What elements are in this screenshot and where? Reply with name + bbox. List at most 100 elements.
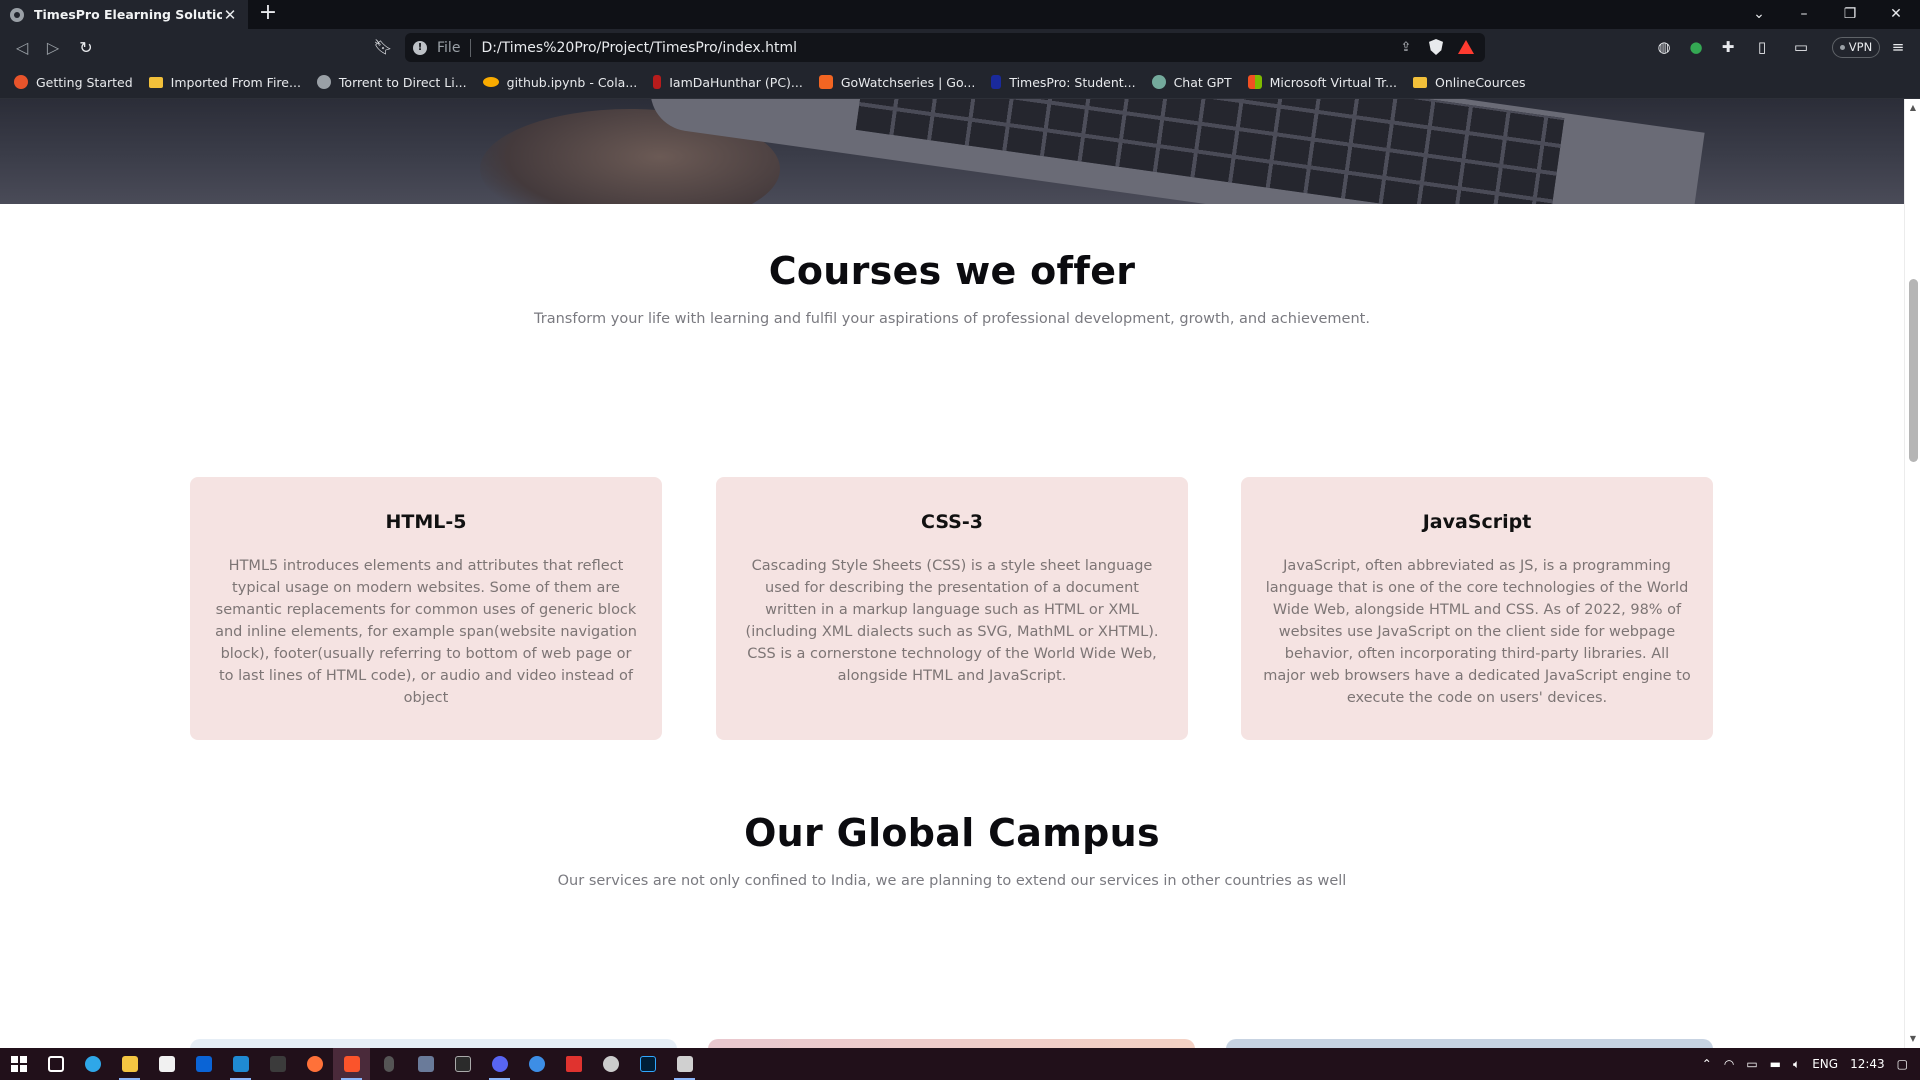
microsoft-icon [1247, 75, 1262, 89]
campus-card[interactable] [1226, 1039, 1713, 1048]
store-icon [158, 1056, 175, 1072]
share-icon[interactable]: ⇪ [1395, 37, 1417, 59]
bookmark-this-page-icon[interactable]: 🔖︎ [373, 37, 393, 57]
clock[interactable]: 12:43 [1850, 1057, 1885, 1071]
taskbar-app-photoshop[interactable] [629, 1048, 666, 1080]
browser-tab-strip: TimesPro Elearning Solutions ✕ + ⌄ – ❐ ✕ [0, 0, 1920, 29]
bookmark-item[interactable]: Torrent to Direct Li... [316, 75, 467, 90]
course-card-text: JavaScript, often abbreviated as JS, is … [1263, 558, 1691, 706]
brave-rewards-icon[interactable] [1455, 37, 1477, 59]
page-viewport: Courses we offer Transform your life wit… [0, 99, 1904, 1048]
course-card-css[interactable]: CSS-3 Cascading Style Sheets (CSS) is a … [716, 477, 1188, 740]
edge-icon [84, 1056, 101, 1072]
url-separator [470, 38, 472, 57]
taskbar-app-red[interactable] [555, 1048, 592, 1080]
url-text[interactable]: D:/Times%20Pro/Project/TimesPro/index.ht… [481, 40, 1387, 56]
bookmarks-bar: Getting Started Imported From Fire... To… [0, 66, 1920, 99]
bookmark-item[interactable]: TimesPro: Student... [991, 75, 1136, 90]
wallet-icon[interactable]: ▭ [1791, 37, 1811, 57]
taskbar-app-edge[interactable] [74, 1048, 111, 1080]
vpn-button[interactable]: VPN [1832, 37, 1880, 58]
display-icon[interactable]: ▭ [1746, 1057, 1757, 1071]
campus-title: Our Global Campus [744, 811, 1160, 855]
app-icon [528, 1056, 545, 1072]
menu-icon[interactable]: ≡ [1888, 37, 1908, 57]
taskbar-app-mail[interactable] [185, 1048, 222, 1080]
colab-icon [482, 77, 499, 87]
app-window-icon [676, 1056, 693, 1072]
timespro-icon [991, 75, 1002, 89]
tray-chevron-icon[interactable]: ⌃ [1702, 1057, 1712, 1071]
app-icon [602, 1056, 619, 1072]
mail-icon [195, 1056, 212, 1072]
taskbar-app-brave[interactable] [333, 1048, 370, 1080]
course-card-text: HTML5 introduces elements and attributes… [215, 558, 637, 706]
restore-button[interactable]: ❐ [1838, 3, 1862, 25]
course-card-text: Cascading Style Sheets (CSS) is a style … [745, 558, 1159, 684]
taskbar-app-explorer[interactable] [111, 1048, 148, 1080]
browser-toolbar: ◁ ▷ ↻ 🔖︎ ! File D:/Times%20Pro/Project/T… [0, 29, 1920, 66]
windows-taskbar: ⌃ ◠ ▭ ▬ 🔈︎ ENG 12:43 ▢ [0, 1048, 1920, 1080]
taskbar-app-terminal[interactable] [444, 1048, 481, 1080]
site-info-icon[interactable]: ! [413, 40, 427, 55]
page-scrollbar[interactable]: ▲ ▼ [1904, 99, 1920, 1048]
forward-button[interactable]: ▷ [41, 36, 65, 60]
taskbar-app-game[interactable] [259, 1048, 296, 1080]
address-bar[interactable]: ! File D:/Times%20Pro/Project/TimesPro/i… [405, 33, 1485, 62]
scroll-thumb[interactable] [1909, 279, 1918, 462]
taskbar-app-vscode[interactable] [222, 1048, 259, 1080]
bookmark-item[interactable]: OnlineCources [1413, 75, 1526, 90]
network-icon[interactable]: ◠ [1724, 1057, 1734, 1071]
scroll-down-icon[interactable]: ▼ [1909, 1034, 1917, 1044]
bookmark-item[interactable]: github.ipynb - Cola... [482, 75, 637, 90]
battery-icon[interactable]: ▬ [1770, 1057, 1781, 1071]
volume-icon[interactable]: 🔈︎ [1793, 1057, 1800, 1072]
file-scheme-label: File [437, 39, 461, 56]
hero-image [0, 99, 1904, 204]
taskbar-app-blue[interactable] [518, 1048, 555, 1080]
courses-title: Courses we offer [768, 249, 1136, 293]
bookmark-item[interactable]: Getting Started [14, 75, 133, 90]
taskbar-app-tool[interactable] [407, 1048, 444, 1080]
active-tab[interactable]: TimesPro Elearning Solutions ✕ [0, 0, 248, 29]
reload-button[interactable]: ↻ [74, 36, 98, 60]
bookmark-item[interactable]: Chat GPT [1151, 75, 1232, 90]
campus-card[interactable] [708, 1039, 1195, 1048]
minimize-button[interactable]: – [1792, 3, 1816, 25]
close-window-button[interactable]: ✕ [1884, 3, 1908, 25]
course-card-title: HTML-5 [385, 511, 467, 533]
taskbar-app-discord[interactable] [481, 1048, 518, 1080]
course-card-javascript[interactable]: JavaScript JavaScript, often abbreviated… [1241, 477, 1713, 740]
campus-card[interactable] [190, 1039, 677, 1048]
system-tray: ⌃ ◠ ▭ ▬ 🔈︎ ENG 12:43 ▢ [1696, 1048, 1920, 1080]
task-view-button[interactable] [37, 1048, 74, 1080]
scroll-up-icon[interactable]: ▲ [1909, 103, 1917, 113]
language-indicator[interactable]: ENG [1812, 1057, 1838, 1071]
extensions-puzzle-icon[interactable]: ✚ [1718, 37, 1738, 57]
close-tab-icon[interactable]: ✕ [222, 6, 238, 24]
taskbar-app-window[interactable] [666, 1048, 703, 1080]
new-tab-button[interactable]: + [256, 2, 280, 26]
brave-shield-icon[interactable] [1425, 37, 1447, 59]
bookmark-item[interactable]: Microsoft Virtual Tr... [1247, 75, 1397, 90]
bookmark-item[interactable]: Imported From Fire... [148, 75, 301, 90]
taskbar-app-firefox[interactable] [296, 1048, 333, 1080]
translate-icon[interactable]: ◍ [1654, 37, 1674, 57]
sidebar-icon[interactable]: ▯ [1752, 37, 1772, 57]
folder-icon [1413, 76, 1427, 88]
taskbar-app-mouse[interactable] [370, 1048, 407, 1080]
bookmark-item[interactable]: IamDaHunthar (PC)... [653, 75, 803, 90]
extension-icon[interactable]: ● [1686, 37, 1706, 57]
back-button[interactable]: ◁ [10, 36, 34, 60]
start-button[interactable] [0, 1048, 37, 1080]
taskbar-app-store[interactable] [148, 1048, 185, 1080]
taskbar-app-g[interactable] [592, 1048, 629, 1080]
tab-search-chevron-icon[interactable]: ⌄ [1747, 3, 1771, 25]
game-icon [269, 1056, 286, 1072]
vscode-icon [232, 1056, 249, 1072]
mouse-icon [383, 1056, 394, 1072]
bookmark-item[interactable]: GoWatchseries | Go... [818, 75, 975, 90]
folder-icon [148, 76, 163, 88]
notifications-icon[interactable]: ▢ [1897, 1057, 1908, 1071]
course-card-html[interactable]: HTML-5 HTML5 introduces elements and att… [190, 477, 662, 740]
